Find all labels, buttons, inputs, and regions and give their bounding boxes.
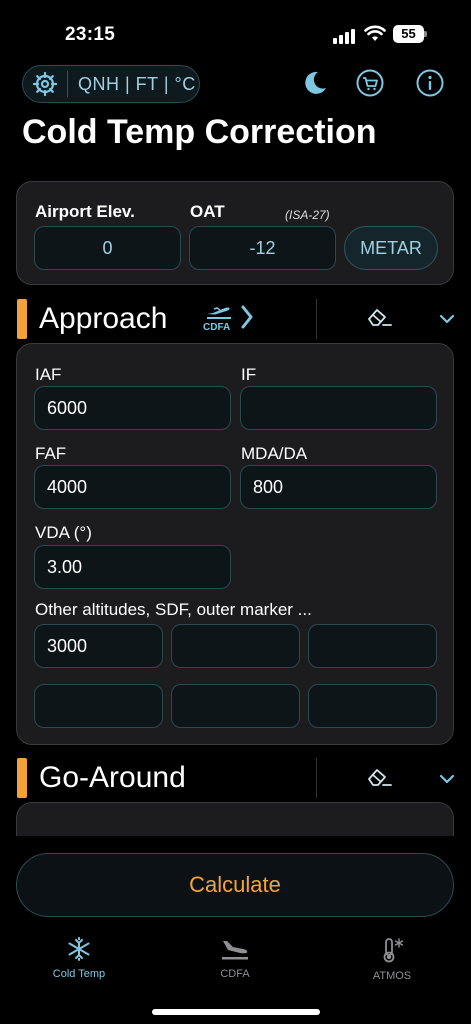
dark-mode-button[interactable] xyxy=(300,68,330,98)
status-time: 23:15 xyxy=(65,24,116,45)
iaf-label: IAF xyxy=(35,365,62,384)
airport-elev-label: Airport Elev. xyxy=(35,202,135,221)
gear-icon xyxy=(23,65,67,103)
other-altitude-input[interactable] xyxy=(171,624,300,668)
cellular-signal-icon xyxy=(333,28,355,44)
other-altitude-input[interactable] xyxy=(34,684,163,728)
header-divider xyxy=(316,758,317,798)
approach-section-marker xyxy=(17,299,27,339)
tab-cold-temp[interactable]: Cold Temp xyxy=(19,936,139,980)
tab-label: ATMOS xyxy=(372,970,412,982)
airport-elev-input[interactable]: 0 xyxy=(34,226,181,270)
iaf-input[interactable]: 6000 xyxy=(34,386,231,430)
units-label: QNH | FT | °C xyxy=(78,73,196,94)
other-altitude-input[interactable] xyxy=(308,624,437,668)
clear-go-around-button[interactable] xyxy=(366,766,392,793)
page-title: Cold Temp Correction xyxy=(22,113,377,151)
go-around-title: Go-Around xyxy=(39,761,186,794)
chevron-right-icon xyxy=(241,305,253,329)
home-indicator xyxy=(152,1009,320,1015)
faf-label: FAF xyxy=(35,444,67,463)
other-altitude-input[interactable] xyxy=(171,684,300,728)
store-button[interactable] xyxy=(355,68,385,98)
other-altitude-input[interactable] xyxy=(308,684,437,728)
wifi-icon xyxy=(364,25,386,41)
collapse-go-around-button[interactable] xyxy=(439,772,455,790)
info-icon xyxy=(416,69,444,97)
approach-title: Approach xyxy=(39,302,168,335)
approach-card: IAF IF 6000 FAF MDA/DA 4000 800 VDA (°) … xyxy=(16,343,454,745)
oat-label: OAT xyxy=(190,202,225,221)
takeoff-plane-icon xyxy=(207,307,231,319)
eraser-icon xyxy=(368,309,392,326)
battery-icon: 55 xyxy=(393,25,427,43)
landing-plane-icon xyxy=(222,941,248,960)
moon-icon xyxy=(305,71,326,94)
header-divider xyxy=(316,299,317,339)
metar-button[interactable]: METAR xyxy=(344,226,438,270)
vda-input[interactable]: 3.00 xyxy=(34,545,231,589)
other-altitude-input[interactable]: 3000 xyxy=(34,624,163,668)
status-bar: 23:15 55 xyxy=(0,0,471,62)
go-around-section-marker xyxy=(17,758,27,798)
tab-cdfa[interactable]: CDFA xyxy=(175,936,295,980)
thermometer-icon xyxy=(383,938,404,963)
tab-label: CDFA xyxy=(220,968,250,980)
faf-input[interactable]: 4000 xyxy=(34,465,231,509)
eraser-icon xyxy=(368,769,392,786)
snowflake-icon xyxy=(68,937,90,961)
chevron-down-icon xyxy=(439,774,455,784)
if-label: IF xyxy=(241,365,257,384)
isa-note: (ISA-27) xyxy=(285,208,330,222)
mda-label: MDA/DA xyxy=(241,444,308,463)
clear-approach-button[interactable] xyxy=(366,306,392,333)
airport-card: Airport Elev. OAT (ISA-27) 0 -12 METAR xyxy=(16,181,454,285)
cart-icon xyxy=(356,69,384,97)
if-input[interactable] xyxy=(240,386,437,430)
other-altitudes-label: Other altitudes, SDF, outer marker ... xyxy=(35,600,312,619)
collapse-approach-button[interactable] xyxy=(439,312,455,330)
units-settings-button[interactable]: QNH | FT | °C xyxy=(22,65,200,103)
info-button[interactable] xyxy=(415,68,445,98)
cdfa-label: CDFA xyxy=(203,322,231,333)
oat-input[interactable]: -12 xyxy=(189,226,336,270)
tab-atmos[interactable]: ATMOS xyxy=(332,936,452,982)
tab-label: Cold Temp xyxy=(52,968,106,980)
chevron-down-icon xyxy=(439,314,455,324)
mda-input[interactable]: 800 xyxy=(240,465,437,509)
battery-level: 55 xyxy=(401,26,416,41)
cdfa-toggle[interactable]: CDFA xyxy=(199,298,261,338)
calculate-button[interactable]: Calculate xyxy=(16,853,454,917)
vda-label: VDA (°) xyxy=(35,523,92,542)
